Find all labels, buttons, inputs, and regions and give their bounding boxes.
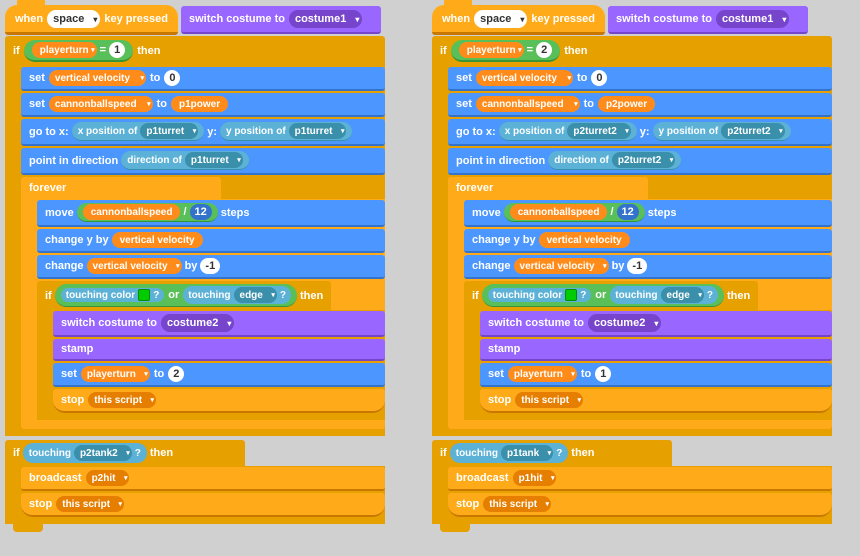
key-pressed-label: key pressed: [104, 13, 168, 25]
right-script: when space ▾ key pressed switch costume …: [432, 5, 832, 532]
hat-block-right[interactable]: when space ▾ key pressed: [432, 5, 605, 35]
if-touch-p1tank-right[interactable]: if touching p1tank▾ ? then broadcast p1h…: [432, 440, 832, 524]
space-dropdown-right[interactable]: space ▾: [474, 10, 527, 28]
switch-costume-block-left[interactable]: switch costume to costume1 ▾: [181, 6, 381, 34]
if-touch-color-right[interactable]: if touching color ?: [464, 281, 832, 420]
when-label: when: [15, 13, 43, 25]
if-block-right[interactable]: if playerturn▾ = 2 then set: [432, 36, 832, 436]
forever-block-left[interactable]: forever move: [21, 177, 385, 429]
if-block-left[interactable]: if playerturn ▾ = 1 then: [5, 36, 385, 436]
if-touch-p2tank-left[interactable]: if touching p2tank2▾ ? then broadcast p2…: [5, 440, 385, 524]
space-dropdown[interactable]: space ▾: [47, 10, 100, 28]
if-touch-color-left[interactable]: if touching color: [37, 281, 385, 420]
key-pressed-label-right: key pressed: [531, 13, 595, 25]
when-label-right: when: [442, 13, 470, 25]
left-script: when space ▾ key pressed switch costume …: [5, 5, 385, 532]
forever-block-right[interactable]: forever move: [448, 177, 832, 429]
hat-block-left[interactable]: when space ▾ key pressed: [5, 5, 178, 35]
